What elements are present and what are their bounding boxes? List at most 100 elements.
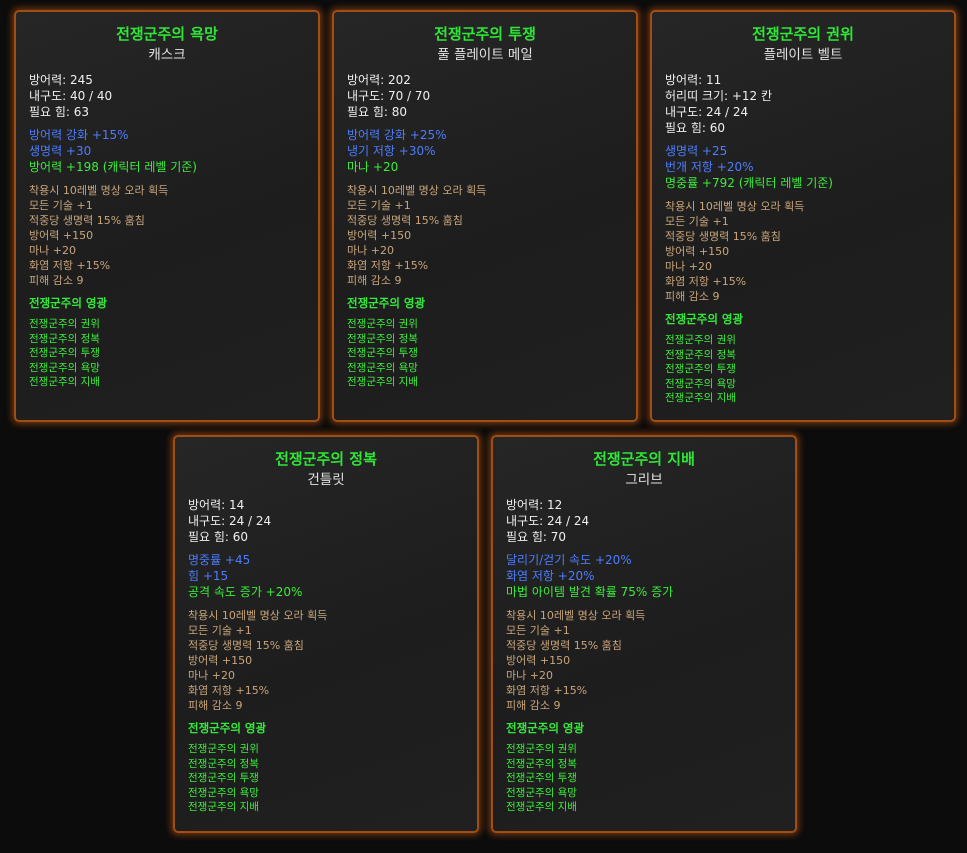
set-bonus-line: 피해 감소 9	[188, 699, 243, 712]
set-bonus-line: 마나 +20	[347, 244, 394, 257]
base-stats: 방어력: 11 허리띠 크기: +12 칸 내구도: 24 / 24 필요 힘: 60	[665, 72, 941, 136]
set-bonus-line: 피해 감소 9	[506, 699, 561, 712]
magic-property-line: 마나 +20	[347, 160, 399, 174]
base-stat-line: 방어력: 202	[347, 73, 411, 87]
item-tooltip-card: 전쟁군주의 권위 플레이트 벨트 방어력: 11 허리띠 크기: +12 칸 내구도: …	[650, 10, 956, 422]
set-item-list: 전쟁군주의 권위전쟁군주의 정복전쟁군주의 투쟁전쟁군주의 욕망전쟁군주의 지배	[506, 742, 782, 815]
magic-properties: 생명력 +25 번개 저항 +20% 명중률 +792 (캐릭터 레벨 기준)	[665, 143, 941, 191]
set-item-line: 전쟁군주의 지배	[29, 376, 100, 388]
set-bonus-line: 모든 기술 +1	[347, 199, 411, 212]
set-item-line: 전쟁군주의 정복	[29, 332, 100, 345]
set-item-line: 전쟁군주의 정복	[665, 348, 736, 361]
magic-properties: 방어력 강화 +25% 냉기 저항 +30% 마나 +20	[347, 127, 623, 175]
magic-property-line: 방어력 +198 (캐릭터 레벨 기준)	[29, 160, 197, 174]
set-item-line: 전쟁군주의 지배	[188, 801, 259, 813]
set-bonus-line: 피해 감소 9	[29, 274, 84, 287]
set-item-line: 전쟁군주의 지배	[347, 376, 418, 388]
set-bonus-line: 방어력 +150	[665, 245, 730, 258]
set-bonus-line: 모든 기술 +1	[506, 624, 570, 637]
set-item-line: 전쟁군주의 권위	[665, 334, 736, 346]
set-item-line: 전쟁군주의 지배	[506, 801, 577, 813]
base-stats: 방어력: 14 내구도: 24 / 24 필요 힘: 60	[188, 497, 464, 545]
set-bonus-line: 착용시 10레벨 명상 오라 획득	[506, 609, 646, 622]
set-bonus-list: 착용시 10레벨 명상 오라 획득모든 기술 +1 적중당 생명력 15% 훔침방…	[347, 183, 623, 288]
base-stat-line: 필요 힘: 60	[665, 121, 726, 135]
item-tooltip-card: 전쟁군주의 정복 건틀릿 방어력: 14 내구도: 24 / 24 필요 힘: 60 명중…	[173, 435, 479, 833]
set-item-line: 전쟁군주의 지배	[665, 392, 736, 404]
item-name: 전쟁군주의 정복	[275, 450, 377, 468]
set-item-list: 전쟁군주의 권위 전쟁군주의 정복 전쟁군주의 투쟁 전쟁군주의 욕망 전쟁군주의 지배	[665, 333, 941, 406]
set-name: 전쟁군주의 영광	[665, 312, 744, 326]
base-stat-line: 필요 힘: 60	[188, 530, 249, 544]
base-stats: 방어력: 202 내구도: 70 / 70 필요 힘: 80	[347, 72, 623, 120]
magic-property-line: 달리기/걷기 속도 +20%	[506, 553, 632, 567]
magic-properties: 명중률 +45 힘 +15 공격 속도 증가 +20%	[188, 552, 464, 600]
set-bonus-line: 적중당 생명력 15% 훔침	[506, 639, 622, 652]
set-name: 전쟁군주의 영광	[29, 296, 108, 310]
magic-property-line: 공격 속도 증가 +20%	[188, 585, 303, 599]
set-bonus-line: 모든 기술 +1	[665, 215, 729, 228]
set-bonus-line: 적중당 생명력 15% 훔침	[188, 639, 304, 652]
item-name: 전쟁군주의 권위	[752, 25, 854, 43]
set-bonus-line: 적중당 생명력 15% 훔침	[347, 214, 463, 227]
set-bonus-line: 착용시 10레벨 명상 오라 획득	[188, 609, 328, 622]
set-item-line: 전쟁군주의 투쟁	[506, 772, 577, 784]
magic-property-line: 힘 +15	[188, 569, 229, 583]
item-base-type: 캐스크	[148, 47, 186, 63]
set-bonus-line: 화염 저항 +15%	[506, 684, 588, 697]
set-bonus-line: 화염 저항 +15%	[29, 259, 111, 272]
base-stat-line: 필요 힘: 70	[506, 530, 567, 544]
base-stat-line: 내구도: 24 / 24	[188, 514, 272, 528]
set-bonus-line: 착용시 10레벨 명상 오라 획득	[665, 200, 805, 213]
set-bonus-line: 화염 저항 +15%	[188, 684, 270, 697]
magic-property-line: 화염 저항 +20%	[506, 569, 595, 583]
base-stat-line: 방어력: 245	[29, 73, 93, 87]
set-item-line: 전쟁군주의 욕망	[29, 361, 100, 374]
set-item-list: 전쟁군주의 권위전쟁군주의 정복전쟁군주의 투쟁전쟁군주의 욕망전쟁군주의 지배	[29, 317, 305, 390]
set-bonus-line: 마나 +20	[506, 669, 553, 682]
set-item-line: 전쟁군주의 욕망	[506, 786, 577, 799]
set-bonus-line: 방어력 +150	[347, 229, 412, 242]
set-item-line: 전쟁군주의 정복	[506, 757, 577, 770]
magic-properties: 달리기/걷기 속도 +20% 화염 저항 +20% 마법 아이템 발견 확률 75%…	[506, 552, 782, 600]
set-item-line: 전쟁군주의 권위	[188, 743, 259, 755]
magic-property-line: 명중률 +792 (캐릭터 레벨 기준)	[665, 176, 833, 190]
item-tooltip-card: 전쟁군주의 투쟁 풀 플레이트 메일 방어력: 202 내구도: 70 / 70 필요 …	[332, 10, 638, 422]
base-stats: 방어력: 245 내구도: 40 / 40 필요 힘: 63	[29, 72, 305, 120]
set-bonus-line: 적중당 생명력 15% 훔침	[29, 214, 145, 227]
set-bonus-line: 모든 기술 +1	[29, 199, 93, 212]
base-stat-line: 방어력: 14	[188, 498, 245, 512]
set-bonus-line: 모든 기술 +1	[188, 624, 252, 637]
set-bonus-line: 적중당 생명력 15% 훔침	[665, 230, 781, 243]
set-item-line: 전쟁군주의 투쟁	[347, 347, 418, 359]
base-stat-line: 방어력: 11	[665, 73, 722, 87]
magic-property-line: 번개 저항 +20%	[665, 160, 754, 174]
set-item-line: 전쟁군주의 투쟁	[29, 347, 100, 359]
magic-property-line: 생명력 +25	[665, 144, 728, 158]
base-stat-line: 내구도: 24 / 24	[506, 514, 590, 528]
set-bonus-line: 화염 저항 +15%	[347, 259, 429, 272]
base-stat-line: 허리띠 크기: +12 칸	[665, 89, 773, 103]
set-bonus-line: 마나 +20	[188, 669, 235, 682]
set-item-line: 전쟁군주의 정복	[188, 757, 259, 770]
set-name: 전쟁군주의 영광	[188, 721, 267, 735]
magic-property-line: 냉기 저항 +30%	[347, 144, 436, 158]
item-tooltip-card: 전쟁군주의 욕망 캐스크 방어력: 245 내구도: 40 / 40 필요 힘: 63 방…	[14, 10, 320, 422]
set-bonus-line: 피해 감소 9	[665, 290, 720, 303]
item-name: 전쟁군주의 욕망	[116, 25, 218, 43]
set-item-list: 전쟁군주의 권위 전쟁군주의 정복 전쟁군주의 투쟁 전쟁군주의 욕망 전쟁군주의 지배	[347, 317, 623, 390]
set-bonus-list: 착용시 10레벨 명상 오라 획득 모든 기술 +1 적중당 생명력 15% 훔침 방…	[29, 183, 305, 288]
set-item-line: 전쟁군주의 욕망	[188, 786, 259, 799]
set-item-line: 전쟁군주의 권위	[506, 743, 577, 755]
set-item-line: 전쟁군주의 권위	[29, 318, 100, 330]
set-bonus-list: 착용시 10레벨 명상 오라 획득모든 기술 +1 적중당 생명력 15% 훔침방…	[506, 608, 782, 713]
base-stat-line: 필요 힘: 63	[29, 105, 90, 119]
set-bonus-line: 방어력 +150	[506, 654, 571, 667]
magic-property-line: 생명력 +30	[29, 144, 92, 158]
magic-property-line: 마법 아이템 발견 확률 75% 증가	[506, 585, 674, 599]
set-bonus-line: 착용시 10레벨 명상 오라 획득	[347, 184, 487, 197]
set-bonus-line: 마나 +20	[665, 260, 712, 273]
set-bonus-line: 화염 저항 +15%	[665, 275, 747, 288]
set-bonus-line: 착용시 10레벨 명상 오라 획득	[29, 184, 169, 197]
magic-property-line: 명중률 +45	[188, 553, 251, 567]
